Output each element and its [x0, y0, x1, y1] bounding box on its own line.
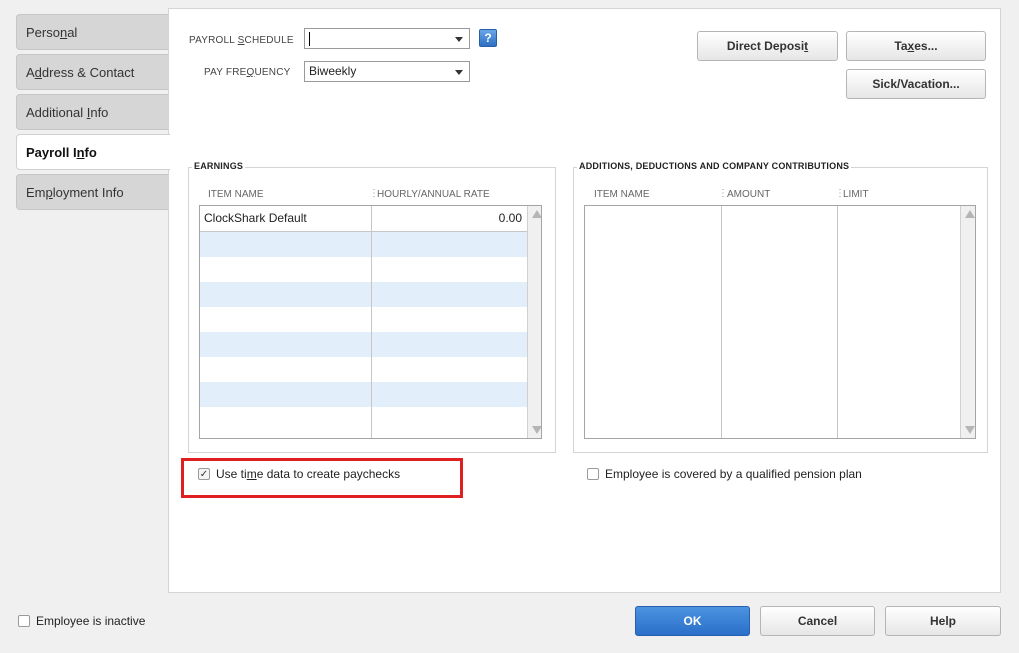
tab-additional-info[interactable]: Additional Info	[16, 94, 168, 130]
tab-personal[interactable]: Personal	[16, 14, 168, 50]
pension-plan-label[interactable]: Employee is covered by a qualified pensi…	[605, 467, 862, 481]
help-button[interactable]: Help	[885, 606, 1001, 636]
help-icon[interactable]: ?	[479, 29, 497, 47]
earnings-col-item-name: ITEM NAME	[208, 189, 264, 200]
chevron-down-icon[interactable]	[455, 70, 463, 75]
additions-col-item-name: ITEM NAME	[594, 189, 650, 200]
cancel-button[interactable]: Cancel	[760, 606, 875, 636]
pension-plan-checkbox[interactable]	[587, 468, 599, 480]
tab-payroll-info[interactable]: Payroll Info	[16, 134, 170, 170]
additions-table[interactable]	[584, 205, 976, 439]
pay-frequency-combo[interactable]: Biweekly	[304, 61, 470, 82]
additions-title: ADDITIONS, DEDUCTIONS AND COMPANY CONTRI…	[577, 161, 852, 171]
pay-frequency-label: PAY FREQUENCY	[204, 67, 291, 78]
tab-employment-info[interactable]: Employment Info	[16, 174, 168, 210]
scroll-up-icon[interactable]	[532, 210, 541, 218]
scroll-down-icon[interactable]	[532, 426, 541, 434]
direct-deposit-button[interactable]: Direct Deposit	[697, 31, 838, 61]
earnings-col-rate: HOURLY/ANNUAL RATE	[377, 189, 490, 200]
pay-frequency-value: Biweekly	[309, 64, 357, 78]
payroll-schedule-combo[interactable]	[304, 28, 470, 49]
scroll-down-icon[interactable]	[965, 426, 975, 434]
earnings-scrollbar[interactable]	[527, 206, 541, 438]
column-divider	[371, 206, 372, 438]
earnings-item-name[interactable]: ClockShark Default	[204, 211, 307, 225]
ok-button[interactable]: OK	[635, 606, 750, 636]
additions-col-amount: AMOUNT	[727, 189, 771, 200]
tab-address-contact[interactable]: Address & Contact	[16, 54, 168, 90]
inactive-label[interactable]: Employee is inactive	[36, 614, 145, 628]
earnings-rate[interactable]: 0.00	[372, 211, 522, 225]
earnings-table[interactable]: ClockShark Default 0.00	[199, 205, 542, 439]
column-divider	[721, 206, 722, 438]
inactive-checkbox[interactable]	[18, 615, 30, 627]
sick-vacation-button[interactable]: Sick/Vacation...	[846, 69, 986, 99]
additions-scrollbar[interactable]	[960, 206, 975, 438]
scroll-up-icon[interactable]	[965, 210, 975, 218]
chevron-down-icon[interactable]	[455, 37, 463, 42]
text-cursor	[309, 31, 310, 46]
column-divider	[837, 206, 838, 438]
payroll-schedule-label: PAYROLL SCHEDULE	[189, 35, 294, 46]
highlight-box	[181, 458, 463, 498]
additions-col-limit: LIMIT	[843, 189, 869, 200]
taxes-button[interactable]: Taxes...	[846, 31, 986, 61]
earnings-title: EARNINGS	[192, 161, 246, 171]
